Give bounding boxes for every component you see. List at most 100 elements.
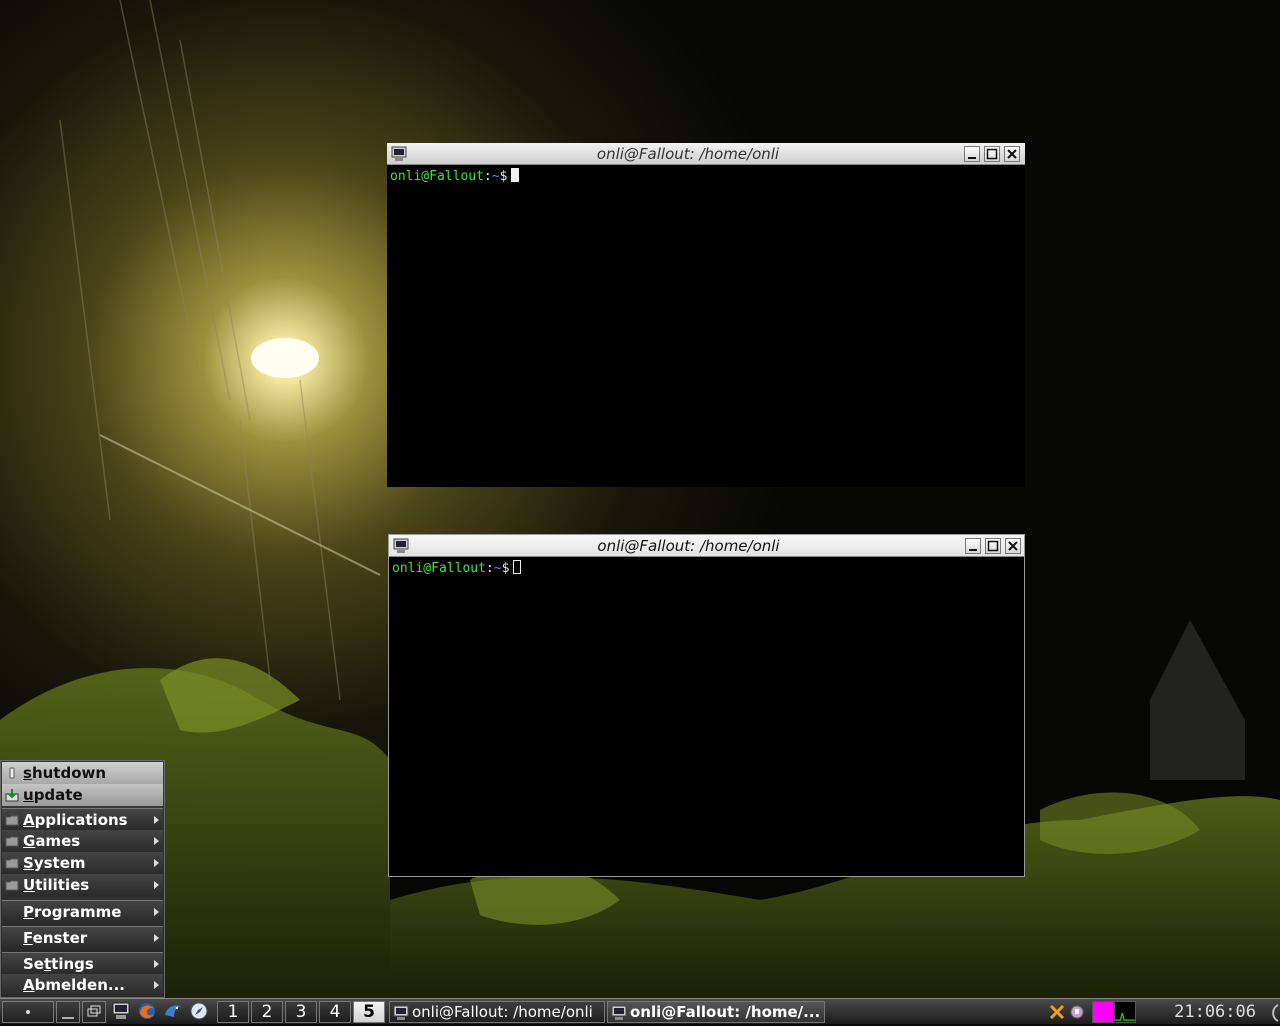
desktop-5-button[interactable]: 5 (353, 1001, 385, 1023)
download-icon (5, 789, 19, 802)
menu-item-update[interactable]: update (2, 784, 163, 806)
desktop-2-button[interactable]: 2 (251, 1001, 283, 1023)
task-label: onli@Fallout: /home/... (630, 1003, 821, 1021)
menu-accel: U (23, 876, 36, 894)
menu-label: tilities (35, 876, 90, 894)
terminal-window-1[interactable]: onli@Fallout: /home/onli onli@Fallout:~$ (387, 143, 1025, 487)
folder-icon (5, 836, 19, 847)
tools-tray-icon[interactable] (1047, 1001, 1067, 1023)
launch-firefox-button[interactable] (136, 1001, 160, 1023)
task-label: onli@Fallout: /home/onli (412, 1003, 593, 1021)
desktop-4-button[interactable]: 4 (319, 1001, 351, 1023)
terminal-area[interactable]: onli@Fallout:~$ (387, 165, 1025, 487)
minimize-button[interactable] (964, 146, 980, 162)
terminal-area[interactable]: onli@Fallout:~$ (389, 557, 1024, 876)
menu-label: hutdown (31, 764, 107, 782)
menu-accel: A (23, 976, 35, 994)
load-graph-widget[interactable] (1114, 1001, 1136, 1023)
cpu-monitor-widget[interactable] (1092, 1001, 1114, 1023)
network-tray-icon[interactable] (1067, 1001, 1087, 1023)
text-cursor (513, 560, 522, 574)
launch-mail-button[interactable] (162, 1001, 186, 1023)
submenu-arrow-icon (154, 881, 159, 889)
show-desktop-button[interactable] (56, 1001, 80, 1023)
folder-icon (5, 815, 19, 826)
compass-icon (190, 1002, 208, 1020)
clock: 21:06:06 (1174, 1002, 1256, 1022)
close-icon (1008, 541, 1018, 551)
desktop-3-button[interactable]: 3 (285, 1001, 317, 1023)
minimize-icon (969, 549, 977, 551)
menu-accel: S (23, 854, 34, 872)
menu-item-abmelden[interactable]: Abmelden... (2, 974, 163, 996)
close-button[interactable] (1005, 538, 1021, 554)
menu-label: rogramme (34, 903, 122, 921)
desktop-1-button[interactable]: 1 (217, 1001, 249, 1023)
maximize-button[interactable] (985, 538, 1001, 554)
menu-label-prefix: Se (23, 955, 44, 973)
terminal-window-2[interactable]: onli@Fallout: /home/onli onli@Fallout:~$ (388, 534, 1025, 877)
task-button-terminal-1[interactable]: onli@Fallout: /home/onli (389, 1001, 605, 1023)
folder-icon (5, 858, 19, 869)
menu-item-shutdown[interactable]: shutdown (2, 762, 163, 784)
firefox-icon (139, 1003, 155, 1019)
minimize-icon (968, 157, 976, 159)
menu-label: enster (32, 929, 88, 947)
menu-accel: A (23, 811, 35, 829)
submenu-arrow-icon (154, 837, 159, 845)
terminal-icon (393, 1005, 409, 1020)
menu-label: pdate (33, 786, 83, 804)
minimize-button[interactable] (965, 538, 981, 554)
prompt-separator: : (483, 169, 492, 184)
prompt-separator: : (485, 561, 494, 576)
terminal-icon (611, 1005, 627, 1020)
power-icon (9, 767, 15, 779)
prompt-path: ~ (493, 561, 502, 576)
maximize-button[interactable] (984, 146, 1000, 162)
launch-browser-button[interactable] (188, 1001, 212, 1023)
start-menu: shutdown update Applications Games Syste… (0, 760, 165, 998)
start-button[interactable] (2, 1001, 54, 1023)
window-title: onli@Fallout: /home/onli (596, 145, 780, 163)
terminal-icon (112, 1002, 130, 1019)
menu-label: tings (51, 955, 94, 973)
menu-item-applications[interactable]: Applications (2, 808, 163, 830)
start-icon (26, 1010, 30, 1014)
window-titlebar[interactable]: onli@Fallout: /home/onli (389, 535, 1024, 557)
prompt-user: onli@Fallout (390, 169, 484, 184)
close-button[interactable] (1004, 146, 1020, 162)
submenu-arrow-icon (154, 908, 159, 916)
text-cursor (511, 168, 520, 182)
prompt-symbol: $ (499, 169, 508, 184)
menu-label: pplications (34, 811, 128, 829)
close-icon (1007, 149, 1017, 159)
menu-item-fenster[interactable]: Fenster (2, 926, 163, 948)
window-titlebar[interactable]: onli@Fallout: /home/onli (387, 143, 1025, 165)
menu-item-settings[interactable]: Settings (2, 952, 163, 974)
terminal-icon[interactable] (393, 538, 409, 554)
window-list-button[interactable] (82, 1001, 106, 1023)
mail-bird-icon (165, 1005, 181, 1017)
menu-item-utilities[interactable]: Utilities (2, 874, 163, 896)
maximize-icon (987, 540, 999, 552)
menu-item-system[interactable]: System (2, 852, 163, 874)
menu-label: bmelden... (34, 976, 125, 994)
menu-accel: u (23, 786, 34, 804)
launch-terminal-button[interactable] (110, 1001, 134, 1023)
menu-item-programme[interactable]: Programme (2, 900, 163, 922)
menu-accel: G (23, 832, 36, 850)
menu-accel: s (23, 764, 32, 782)
submenu-arrow-icon (154, 981, 159, 989)
show-desktop-icon (62, 1017, 74, 1019)
terminal-icon[interactable] (391, 146, 407, 162)
menu-accel: F (23, 929, 33, 947)
prompt-user: onli@Fallout (392, 561, 486, 576)
submenu-arrow-icon (154, 934, 159, 942)
menu-item-games[interactable]: Games (2, 830, 163, 852)
window-title: onli@Fallout: /home/onli (597, 537, 780, 555)
submenu-arrow-icon (154, 816, 159, 824)
logout-tray-icon[interactable] (1262, 1001, 1280, 1023)
menu-label: ames (35, 832, 81, 850)
task-button-terminal-2[interactable]: onli@Fallout: /home/... (607, 1001, 825, 1023)
maximize-icon (986, 148, 998, 160)
